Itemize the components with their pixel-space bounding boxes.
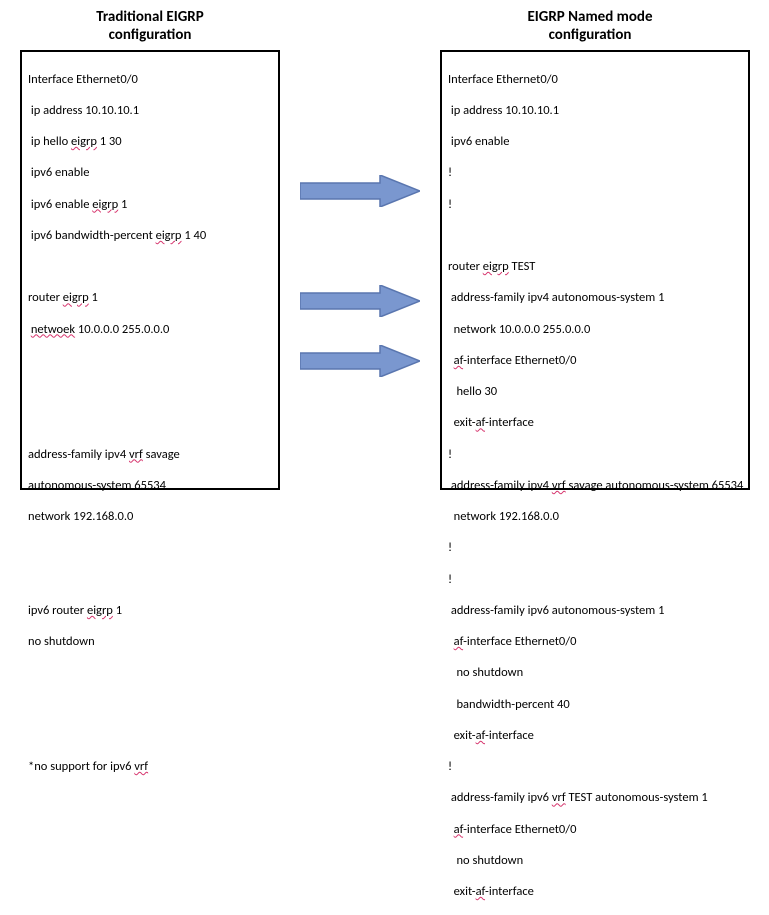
left-title-line1: Traditional EIGRP — [96, 8, 203, 26]
right-title-line2: configuration — [549, 26, 632, 44]
cfg-line — [28, 540, 272, 556]
cfg-line: af-interface Ethernet0/0 — [448, 822, 742, 838]
left-title-line2: configuration — [109, 26, 192, 44]
cfg-line: ! — [448, 572, 742, 588]
cfg-line: netwoek 10.0.0.0 255.0.0.0 — [28, 322, 272, 338]
cfg-line: Interface Ethernet0/0 — [28, 72, 272, 88]
cfg-line — [28, 259, 272, 275]
cfg-line: exit-af-interface — [448, 728, 742, 744]
arrow-icon — [300, 285, 420, 317]
cfg-line — [28, 384, 272, 400]
arrow-icon — [300, 345, 420, 377]
cfg-line: hello 30 — [448, 384, 742, 400]
cfg-line: no shutdown — [448, 853, 742, 869]
cfg-line — [28, 415, 272, 431]
cfg-line: ip address 10.10.10.1 — [28, 103, 272, 119]
traditional-config-box: Interface Ethernet0/0 ip address 10.10.1… — [20, 50, 280, 490]
cfg-line: no shutdown — [28, 634, 272, 650]
cfg-line: ! — [448, 540, 742, 556]
cfg-line: af-interface Ethernet0/0 — [448, 353, 742, 369]
cfg-line: autonomous-system 65534 — [28, 478, 272, 494]
cfg-line: Interface Ethernet0/0 — [448, 72, 742, 88]
cfg-line: exit-af-interface — [448, 415, 742, 431]
cfg-line: no shutdown — [448, 665, 742, 681]
cfg-line: ! — [448, 759, 742, 775]
named-mode-config-box: Interface Ethernet0/0 ip address 10.10.1… — [440, 50, 750, 490]
cfg-line: network 192.168.0.0 — [448, 509, 742, 525]
cfg-line: network 10.0.0.0 255.0.0.0 — [448, 322, 742, 338]
cfg-line: address-family ipv4 vrf savage autonomou… — [448, 478, 742, 494]
cfg-line — [28, 572, 272, 588]
cfg-line — [28, 353, 272, 369]
cfg-line: *no support for ipv6 vrf — [28, 759, 272, 775]
cfg-line: network 192.168.0.0 — [28, 509, 272, 525]
cfg-line: address-family ipv6 autonomous-system 1 — [448, 603, 742, 619]
arrow-icon — [300, 175, 420, 207]
cfg-line — [448, 228, 742, 244]
cfg-line: ip address 10.10.10.1 — [448, 103, 742, 119]
right-title: EIGRP Named mode configuration — [480, 8, 700, 44]
cfg-line: exit-af-interface — [448, 884, 742, 900]
cfg-line — [28, 728, 272, 744]
cfg-line: ! — [448, 447, 742, 463]
cfg-line: ipv6 bandwidth-percent eigrp 1 40 — [28, 228, 272, 244]
cfg-line: af-interface Ethernet0/0 — [448, 634, 742, 650]
cfg-line: address-family ipv4 autonomous-system 1 — [448, 290, 742, 306]
cfg-line: ! — [448, 197, 742, 213]
cfg-line: ipv6 enable — [448, 134, 742, 150]
cfg-line: ipv6 enable eigrp 1 — [28, 197, 272, 213]
cfg-line: ip hello eigrp 1 30 — [28, 134, 272, 150]
cfg-line: bandwidth-percent 40 — [448, 697, 742, 713]
cfg-line: router eigrp 1 — [28, 290, 272, 306]
cfg-line: router eigrp TEST — [448, 259, 742, 275]
left-title: Traditional EIGRP configuration — [50, 8, 250, 44]
cfg-line: ! — [448, 165, 742, 181]
cfg-line — [28, 665, 272, 681]
cfg-line — [28, 697, 272, 713]
cfg-line: address-family ipv4 vrf savage — [28, 447, 272, 463]
cfg-line: ipv6 router eigrp 1 — [28, 603, 272, 619]
cfg-line: ipv6 enable — [28, 165, 272, 181]
cfg-line: address-family ipv6 vrf TEST autonomous-… — [448, 790, 742, 806]
right-title-line1: EIGRP Named mode — [527, 8, 652, 26]
